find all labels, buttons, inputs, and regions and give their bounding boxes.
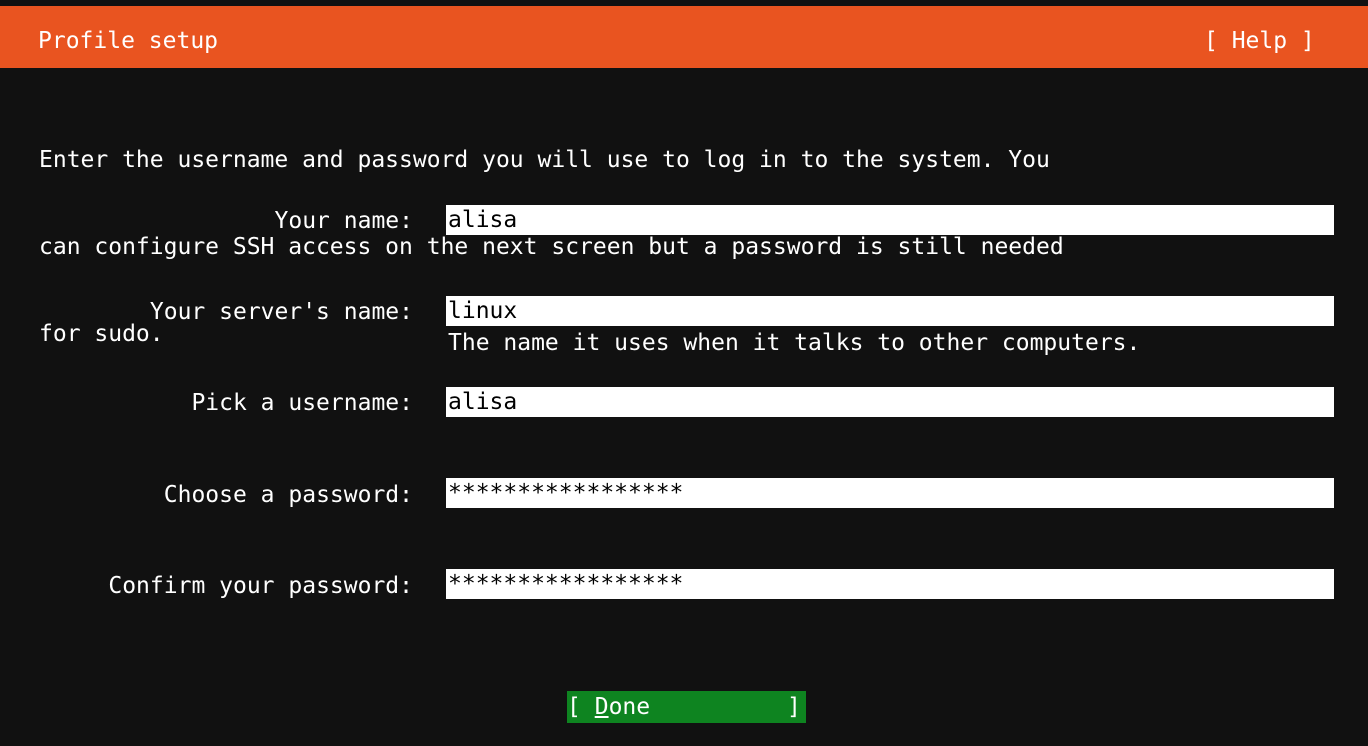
confirm-password-input[interactable]: ***************** <box>446 569 1334 599</box>
done-button-close: ] <box>787 694 801 720</box>
your-name-label: Your name: <box>274 208 413 234</box>
intro-line: can configure SSH access on the next scr… <box>39 234 1064 260</box>
username-input[interactable]: alisa <box>446 387 1334 417</box>
help-button[interactable]: [ Help ] <box>1204 26 1315 56</box>
password-input[interactable]: ***************** <box>446 478 1334 508</box>
done-button-label: one <box>608 694 651 720</box>
server-name-input[interactable]: linux <box>446 296 1334 326</box>
intro-line: Enter the username and password you will… <box>39 147 1050 173</box>
done-button-hotkey: D <box>594 694 609 720</box>
server-name-label: Your server's name: <box>149 299 413 325</box>
password-label: Choose a password: <box>163 482 413 508</box>
your-name-input[interactable]: alisa <box>446 205 1334 235</box>
server-name-hint: The name it uses when it talks to other … <box>448 330 1141 356</box>
done-button-open: [ <box>567 694 595 720</box>
confirm-password-label: Confirm your password: <box>108 573 413 599</box>
page-title: Profile setup <box>38 28 219 54</box>
username-label: Pick a username: <box>191 390 413 416</box>
done-button[interactable]: [ Done] <box>567 691 806 723</box>
